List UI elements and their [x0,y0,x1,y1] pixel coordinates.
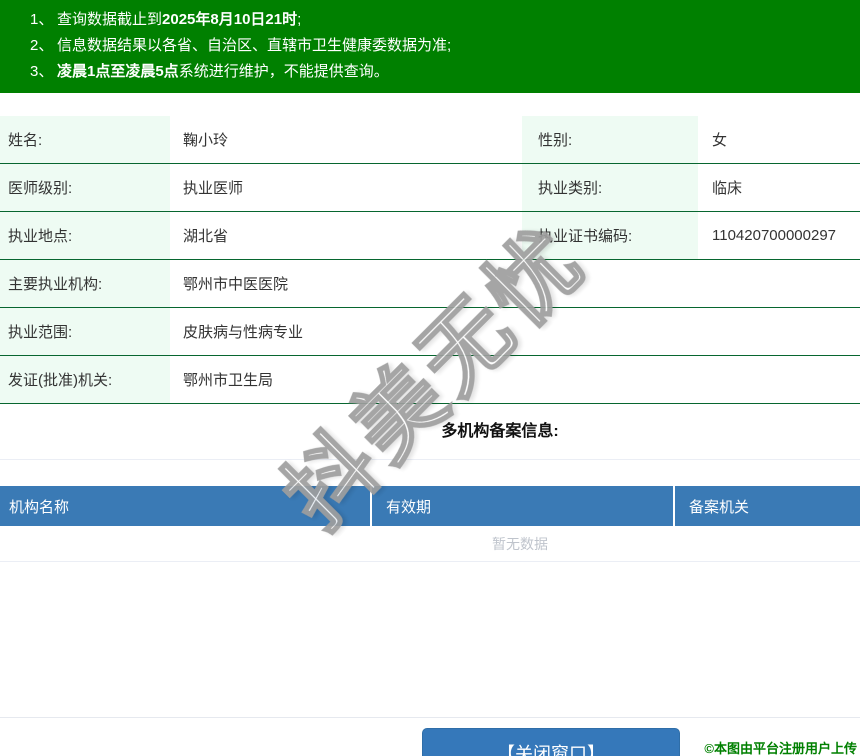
multi-org-section-title: 多机构备案信息: [70,421,860,443]
table-row: 执业地点: 湖北省 执业证书编码: 110420700000297 [0,212,860,260]
notice-line-3: 3、凌晨1点至凌晨5点系统进行维护，不能提供查询。 [30,59,850,85]
name-label: 姓名: [0,116,170,163]
practice-scope-label: 执业范围: [0,308,170,355]
table-row: 执业范围: 皮肤病与性病专业 [0,308,860,356]
certificate-number-label: 执业证书编码: [522,212,698,259]
notice-1-text: 查询数据截止到 [57,11,162,28]
practice-category-value: 临床 [698,164,860,211]
notice-3-suffix: 系统进行维护，不能提供查询。 [179,63,389,80]
practice-category-label: 执业类别: [522,164,698,211]
notice-header: 1、查询数据截止到2025年8月10日21时; 2、信息数据结果以各省、自治区、… [0,0,860,93]
notice-2-number: 2、 [30,33,57,59]
main-institution-value: 鄂州市中医医院 [170,260,860,307]
notice-line-2: 2、信息数据结果以各省、自治区、直辖市卫生健康委数据为准; [30,33,850,59]
practice-scope-value: 皮肤病与性病专业 [170,308,860,355]
table-row: 姓名: 鞠小玲 性别: 女 [0,116,860,164]
table-row: 主要执业机构: 鄂州市中医医院 [0,260,860,308]
footer-divider [0,717,860,718]
main-institution-label: 主要执业机构: [0,260,170,307]
close-window-button[interactable]: 【关闭窗口】 [422,728,680,756]
column-header-authority: 备案机关 [673,486,860,526]
column-header-institution: 机构名称 [0,486,370,526]
notice-3-maintenance-window: 凌晨1点至凌晨5点 [57,63,179,80]
notice-3-number: 3、 [30,59,57,85]
table-row: 发证(批准)机关: 鄂州市卫生局 [0,356,860,404]
column-header-validity: 有效期 [370,486,673,526]
notice-2-text: 信息数据结果以各省、自治区、直辖市卫生健康委数据为准; [57,37,451,54]
gender-label: 性别: [522,116,698,163]
practice-location-label: 执业地点: [0,212,170,259]
empty-data-text: 暂无数据 [492,534,548,554]
name-value: 鞠小玲 [170,116,522,163]
practitioner-info-table: 姓名: 鞠小玲 性别: 女 医师级别: 执业医师 执业类别: 临床 执业地点: … [0,116,860,404]
multi-org-table-header: 机构名称 有效期 备案机关 [0,486,860,526]
gender-value: 女 [698,116,860,163]
notice-1-deadline: 2025年8月10日21时 [162,11,297,28]
issuing-authority-value: 鄂州市卫生局 [170,356,860,403]
table-row: 医师级别: 执业医师 执业类别: 临床 [0,164,860,212]
doctor-level-value: 执业医师 [170,164,522,211]
multi-org-table: 机构名称 有效期 备案机关 暂无数据 [0,486,860,562]
section-divider [0,459,860,460]
practice-location-value: 湖北省 [170,212,522,259]
empty-data-row: 暂无数据 [0,526,860,562]
notice-1-number: 1、 [30,7,57,33]
doctor-level-label: 医师级别: [0,164,170,211]
notice-1-suffix: ; [297,11,301,28]
certificate-number-value: 110420700000297 [698,212,860,259]
issuing-authority-label: 发证(批准)机关: [0,356,170,403]
notice-line-1: 1、查询数据截止到2025年8月10日21时; [30,7,850,33]
upload-credit-text: ©本图由平台注册用户上传 [704,738,857,756]
